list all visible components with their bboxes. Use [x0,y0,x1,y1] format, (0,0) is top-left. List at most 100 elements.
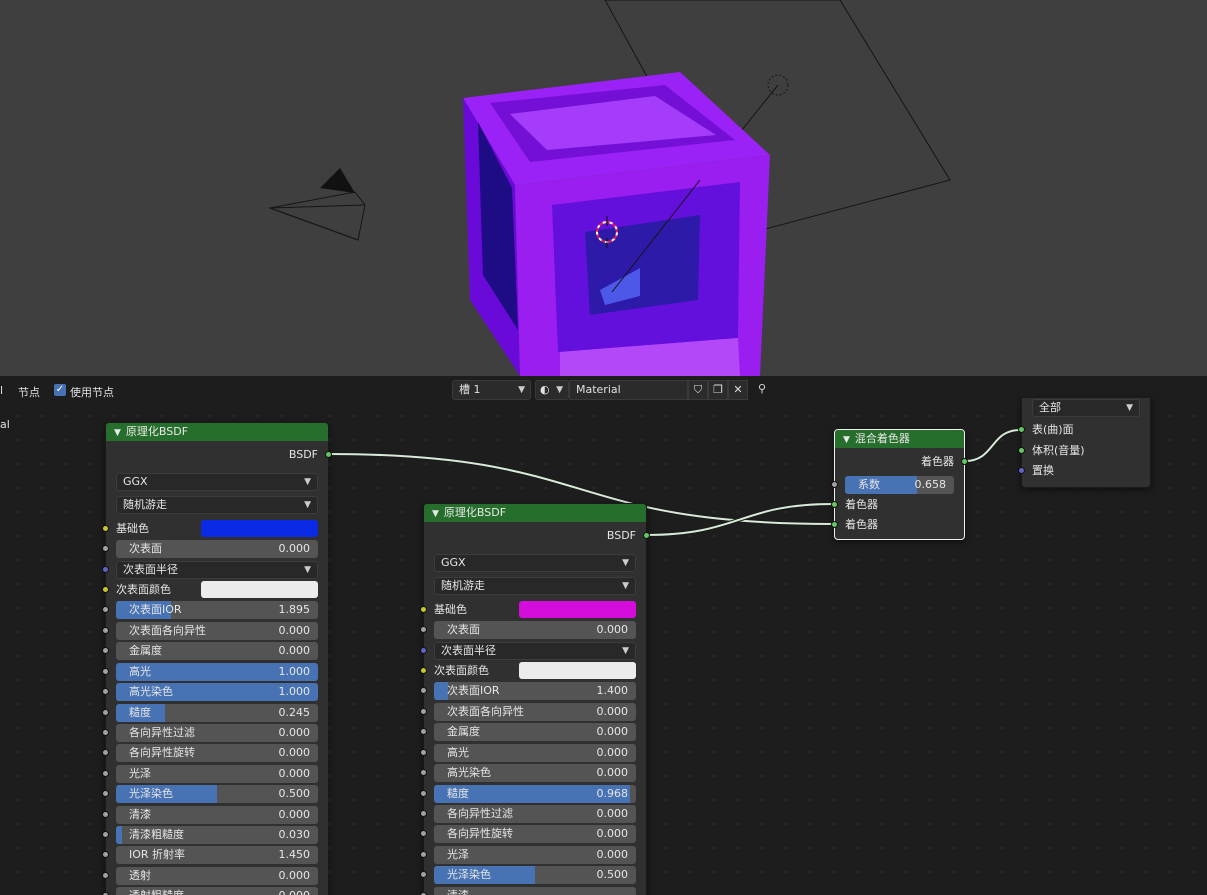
fake-user-shield-icon[interactable]: ⛉ [688,380,708,400]
subsurface-radius-dropdown[interactable]: 次表面半径 ▼ [116,561,318,579]
clearcoat-field[interactable]: 清漆 [434,887,636,895]
target-dropdown[interactable]: 全部 ▼ [1032,399,1140,417]
material-name-field[interactable]: Material [569,380,688,400]
socket[interactable] [102,627,109,634]
socket[interactable] [420,749,427,756]
subsurface-radius-dropdown[interactable]: 次表面半径 ▼ [434,642,636,660]
anisotropic-field[interactable]: 各向异性过滤 0.000 [116,724,318,742]
socket[interactable] [420,851,427,858]
anisotropic-field[interactable]: 各向异性过滤 0.000 [434,805,636,823]
material-browse-button[interactable]: ◐ ▼ [535,380,569,400]
subsurface-color-socket[interactable] [420,667,427,674]
socket[interactable] [420,626,427,633]
displacement-socket[interactable] [1018,467,1025,474]
base-color-socket[interactable] [102,525,109,532]
socket[interactable] [420,687,427,694]
anisotropic-rotation-field[interactable]: 各向异性旋转 0.000 [116,744,318,762]
collapse-chevron-icon[interactable]: ▼ [432,509,439,519]
socket[interactable] [102,851,109,858]
socket[interactable] [102,749,109,756]
collapse-chevron-icon[interactable]: ▼ [114,428,121,438]
subsurface-radius-socket[interactable] [102,566,109,573]
socket[interactable] [420,708,427,715]
collapse-chevron-icon[interactable]: ▼ [843,435,850,445]
node-header[interactable]: ▼ 混合着色器 [835,430,964,448]
subsurface-color-swatch[interactable] [519,662,636,679]
socket[interactable] [102,770,109,777]
socket[interactable] [102,647,109,654]
subsurface-ior-field[interactable]: 次表面IOR 1.895 [116,601,318,619]
fac-socket[interactable] [831,481,838,488]
metallic-field[interactable]: 金属度 0.000 [434,723,636,741]
socket[interactable] [420,790,427,797]
socket[interactable] [420,769,427,776]
metallic-field[interactable]: 金属度 0.000 [116,642,318,660]
subsurface-aniso-field[interactable]: 次表面各向异性 0.000 [434,703,636,721]
subsurface-field[interactable]: 次表面 0.000 [116,540,318,558]
specular-tint-field[interactable]: 高光染色 1.000 [116,683,318,701]
sheen-tint-field[interactable]: 光泽染色 0.500 [434,866,636,884]
subsurface-field[interactable]: 次表面 0.000 [434,621,636,639]
sheen-tint-field[interactable]: 光泽染色 0.500 [116,785,318,803]
anisotropic-rotation-field[interactable]: 各向异性旋转 0.000 [434,825,636,843]
volume-socket[interactable] [1018,447,1025,454]
specular-field[interactable]: 高光 0.000 [434,744,636,762]
subsurface-ior-field[interactable]: 次表面IOR 1.400 [434,682,636,700]
3d-viewport[interactable] [0,0,1207,376]
socket[interactable] [102,729,109,736]
bsdf-output-socket[interactable] [325,451,332,458]
transmission-field[interactable]: 透射 0.000 [116,867,318,885]
use-nodes-label[interactable]: 使用节点 [70,384,114,400]
mix-shader-node[interactable]: ▼ 混合着色器 着色器 系数 0.658 着色器 着色器 [831,429,968,540]
socket[interactable] [102,790,109,797]
roughness-field[interactable]: 糙度 0.968 [434,785,636,803]
socket[interactable] [420,830,427,837]
distribution-dropdown[interactable]: GGX ▼ [116,473,318,491]
base-color-swatch[interactable] [201,520,318,537]
surface-socket[interactable] [1018,426,1025,433]
pin-icon[interactable]: ⚲ [752,380,772,400]
subsurface-method-dropdown[interactable]: 随机游走 ▼ [434,577,636,595]
camera-gizmo[interactable] [268,168,366,241]
socket[interactable] [420,728,427,735]
node-editor[interactable]: l 节点 ✓ 使用节点 槽 1 ▼ ◐ ▼ Material ⛉ ❐ ✕ ⚲ a… [0,376,1207,895]
duplicate-material-icon[interactable]: ❐ [708,380,728,400]
use-nodes-checkbox[interactable]: ✓ [54,384,66,396]
transmission-roughness-field[interactable]: 透射粗糙度 0.000 [116,887,318,895]
principled-bsdf-node-2[interactable]: ▼ 原理化BSDF BSDF GGX ▼ 随机游走 ▼ 基础色 次表面 0.000 次表… [420,503,650,895]
subsurface-color-socket[interactable] [102,586,109,593]
purple-cube-mesh[interactable] [463,72,770,376]
clearcoat-field[interactable]: 清漆 0.000 [116,806,318,824]
roughness-field[interactable]: 糙度 0.245 [116,704,318,722]
subsurface-radius-socket[interactable] [420,647,427,654]
fac-field[interactable]: 系数 0.658 [845,476,954,494]
sheen-field[interactable]: 光泽 0.000 [116,765,318,783]
subsurface-method-dropdown[interactable]: 随机游走 ▼ [116,496,318,514]
node-header[interactable]: ▼ 原理化BSDF [106,423,328,441]
specular-tint-field[interactable]: 高光染色 0.000 [434,764,636,782]
socket[interactable] [102,872,109,879]
sheen-field[interactable]: 光泽 0.000 [434,846,636,864]
subsurface-color-swatch[interactable] [201,581,318,598]
unlink-close-icon[interactable]: ✕ [728,380,748,400]
socket[interactable] [102,606,109,613]
shader-input-2-socket[interactable] [831,521,838,528]
socket[interactable] [102,831,109,838]
material-output-node[interactable]: 全部 ▼ 表(曲)面 体积(音量) 置换 [1018,398,1151,488]
socket[interactable] [102,688,109,695]
socket[interactable] [420,871,427,878]
base-color-swatch[interactable] [519,601,636,618]
socket[interactable] [102,668,109,675]
shader-input-1-socket[interactable] [831,501,838,508]
slot-dropdown[interactable]: 槽 1 ▼ [452,380,531,400]
header-partial-label[interactable]: l [0,384,3,397]
shader-output-socket[interactable] [961,458,968,465]
ior-field[interactable]: IOR 折射率 1.450 [116,846,318,864]
principled-bsdf-node-1[interactable]: ▼ 原理化BSDF BSDF GGX ▼ 随机游走 ▼ 基础色 次表面 0.000 次表… [102,422,332,895]
node-menu[interactable]: 节点 [18,384,40,400]
node-header[interactable]: ▼ 原理化BSDF [424,504,646,522]
clearcoat-roughness-field[interactable]: 清漆粗糙度 0.030 [116,826,318,844]
base-color-socket[interactable] [420,606,427,613]
subsurface-aniso-field[interactable]: 次表面各向异性 0.000 [116,622,318,640]
socket[interactable] [420,810,427,817]
